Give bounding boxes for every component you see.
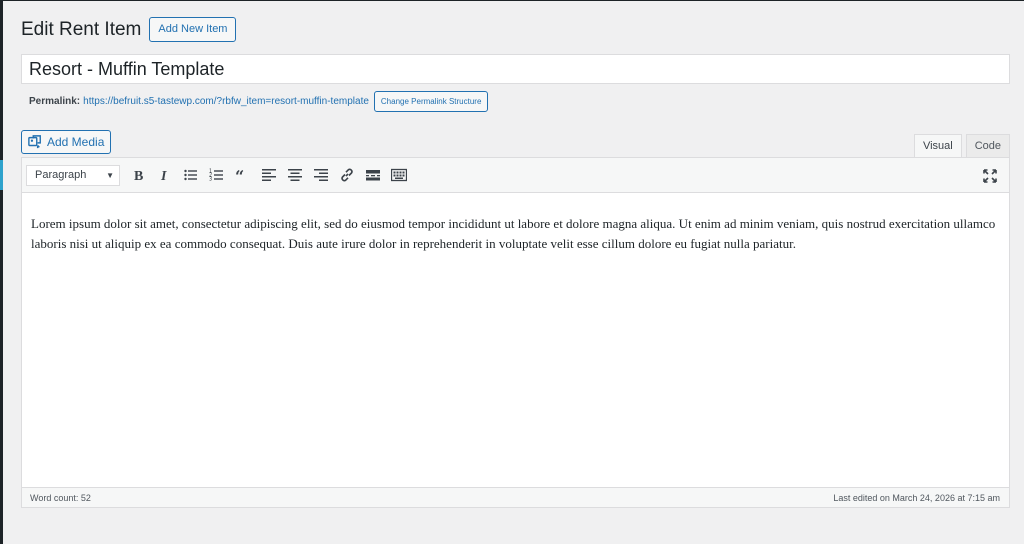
page-title: Edit Rent Item [21, 18, 142, 40]
content-editor: Paragraph ▼ B I 123 “ Lorem ipsum dolor … [21, 157, 1010, 508]
blockquote-icon[interactable]: “ [230, 162, 256, 188]
change-permalink-button[interactable]: Change Permalink Structure [373, 91, 489, 112]
tab-code[interactable]: Code [965, 134, 1010, 158]
content-paragraph: Lorem ipsum dolor sit amet, consectetur … [31, 216, 996, 251]
align-right-icon[interactable] [308, 162, 334, 188]
italic-icon[interactable]: I [152, 162, 178, 188]
bold-icon[interactable]: B [126, 162, 152, 188]
svg-text:“: “ [235, 167, 244, 183]
post-title-input[interactable] [21, 54, 1010, 84]
admin-menu-accent [0, 160, 3, 190]
toolbar-toggle-icon[interactable] [386, 162, 412, 188]
permalink-row: Permalink: https://befruit.s5-tastewp.co… [29, 91, 489, 112]
align-left-icon[interactable] [256, 162, 282, 188]
chevron-down-icon: ▼ [106, 170, 114, 180]
numbered-list-icon[interactable]: 123 [204, 162, 230, 188]
permalink-label: Permalink: [29, 96, 81, 107]
admin-menu-edge [0, 0, 3, 544]
add-new-item-button[interactable]: Add New Item [149, 17, 237, 42]
last-edited-text: Last edited on March 24, 2026 at 7:15 am [833, 492, 1000, 503]
paragraph-format-select[interactable]: Paragraph ▼ [26, 164, 120, 186]
add-media-button[interactable]: Add Media [21, 130, 112, 154]
bulleted-list-icon[interactable] [178, 162, 204, 188]
window-top-border [0, 0, 1024, 1]
permalink-link[interactable]: https://befruit.s5-tastewp.com/?rbfw_ite… [83, 96, 369, 107]
editor-tabs: Visual Code [913, 134, 1010, 158]
editor-content-area[interactable]: Lorem ipsum dolor sit amet, consectetur … [22, 193, 1009, 254]
format-select-value: Paragraph [35, 169, 87, 181]
fullscreen-icon[interactable] [977, 163, 1003, 189]
svg-text:I: I [160, 169, 167, 183]
word-count: Word count: 52 [30, 492, 91, 503]
add-media-label: Add Media [47, 135, 105, 149]
read-more-icon[interactable] [360, 162, 386, 188]
editor-toolbar: Paragraph ▼ B I 123 “ [22, 158, 1009, 193]
align-center-icon[interactable] [282, 162, 308, 188]
media-icon [28, 135, 42, 149]
tab-visual[interactable]: Visual [913, 134, 962, 158]
editor-status-bar: Word count: 52 Last edited on March 24, … [22, 487, 1009, 507]
page-heading-row: Edit Rent Item Add New Item [21, 17, 237, 42]
svg-text:3: 3 [209, 177, 212, 183]
svg-text:B: B [134, 169, 143, 183]
link-icon[interactable] [334, 162, 360, 188]
